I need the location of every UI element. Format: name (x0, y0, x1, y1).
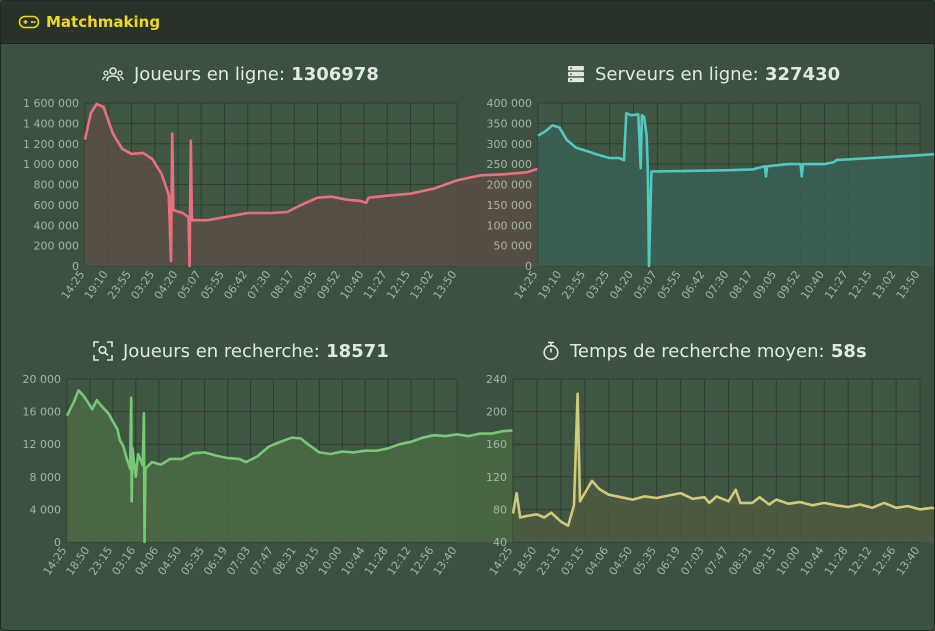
y-tick-label: 240 (486, 373, 507, 386)
x-tick-label: 06:19 (654, 544, 683, 577)
avg-search-time-chart: 408012016020024014:2518:5023:1503:1504:0… (486, 373, 934, 578)
x-tick-label: 03:15 (558, 544, 587, 577)
x-tick-label: 09:15 (750, 544, 779, 577)
x-tick-label: 10:00 (774, 544, 803, 577)
x-tick-label: 12:56 (870, 544, 899, 577)
x-tick-label: 10:44 (798, 544, 827, 577)
x-tick-label: 07:47 (702, 544, 731, 577)
x-tick-label: 05:35 (630, 544, 659, 577)
y-tick-label: 200 (486, 406, 507, 419)
x-tick-label: 07:03 (678, 544, 707, 577)
y-tick-label: 120 (486, 471, 507, 484)
x-tick-label: 04:06 (582, 544, 611, 577)
x-tick-label: 13:40 (894, 544, 923, 577)
y-tick-label: 80 (493, 503, 507, 516)
x-tick-label: 18:50 (511, 544, 540, 577)
matchmaking-panel: Matchmaking Joueurs en ligne: 1306978 02… (0, 0, 935, 631)
x-tick-label: 04:50 (606, 544, 635, 577)
x-tick-label: 14:25 (487, 544, 516, 577)
x-tick-label: 08:31 (726, 544, 755, 577)
x-tick-label: 12:12 (846, 544, 875, 577)
x-tick-label: 23:15 (535, 544, 564, 577)
y-tick-label: 160 (486, 438, 507, 451)
x-tick-label: 11:28 (822, 544, 851, 577)
